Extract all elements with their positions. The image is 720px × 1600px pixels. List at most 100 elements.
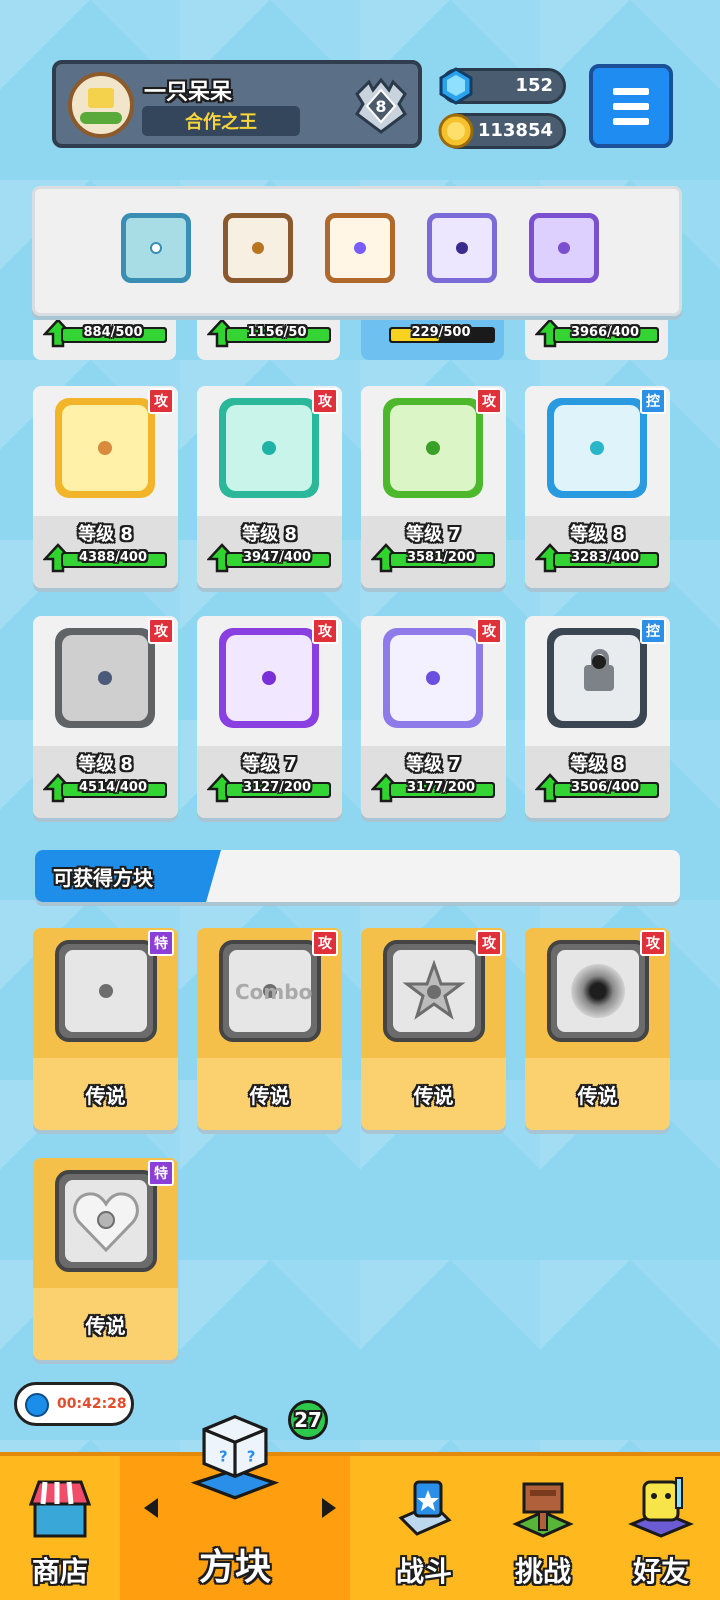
progress-text: 229/500 [411,325,471,340]
progress-text: 3947/400 [242,550,312,565]
deck-die-2[interactable] [223,213,293,283]
svg-text:?: ? [247,1447,256,1465]
deck-die-3[interactable] [325,213,395,283]
coin-counter[interactable]: 113854 [438,113,566,149]
dice-card-wind[interactable]: 攻 等级 8 3947/400 [197,386,342,588]
nav-shop[interactable]: 商店 [0,1456,120,1600]
attack-tag: 攻 [312,388,338,414]
rarity-label: 传说 [85,1314,126,1338]
upgrade-progress[interactable]: 3177/200 [371,773,496,803]
upgrade-progress[interactable]: 4514/400 [43,773,168,803]
coin-icon [438,113,474,149]
dice-count-badge: 27 [288,1400,328,1440]
attack-tag: 攻 [148,618,174,644]
wind-die-icon [219,398,319,498]
attack-tag: 攻 [476,618,502,644]
gear-die-icon [55,628,155,728]
special-tag: 特 [148,930,174,956]
deck-die-1[interactable] [121,213,191,283]
coin-count: 113854 [477,120,553,141]
dice-card-iron[interactable]: 攻 等级 8 4514/400 [33,616,178,818]
nav-battle[interactable]: 战斗 [364,1456,484,1600]
dice-card-partial[interactable]: 3966/400 [525,318,668,360]
progress-text: 1156/50 [247,325,307,340]
dice-card-partial[interactable]: 229/500 [361,320,504,360]
gem-counter[interactable]: 152 [439,67,566,105]
nav-challenge[interactable]: 挑战 [484,1456,602,1600]
question-die-icon [383,628,483,728]
dice-card-partial[interactable]: 884/500 [33,318,176,360]
black-hole-die-icon [547,940,649,1042]
progress-text: 3177/200 [406,780,476,795]
attack-tag: 攻 [476,388,502,414]
dice-card-ice[interactable]: 控 等级 8 3283/400 [525,386,670,588]
rarity-label: 传说 [249,1084,290,1108]
player-title-box: 合作之王 [142,106,300,136]
star-die-icon [383,940,485,1042]
timer-value: 00:42:28 [57,1396,127,1412]
progress-text: 4514/400 [78,780,148,795]
nav-label: 战斗 [395,1555,452,1588]
nav-dice[interactable]: ? ? 方块 [120,1414,350,1600]
rarity-label: 传说 [85,1084,126,1108]
progress-text: 3127/200 [242,780,312,795]
gem-count: 152 [515,75,553,96]
combo-die-icon: Combo [219,940,321,1042]
legend-dice-card-3[interactable]: 攻 传说 [361,928,506,1130]
attack-tag: 攻 [312,930,338,956]
arrows-die-icon [219,628,319,728]
upgrade-progress[interactable]: 3581/200 [371,543,496,573]
upgrade-progress[interactable]: 3506/400 [535,773,660,803]
progress-text: 3283/400 [570,550,640,565]
attack-tag: 攻 [476,930,502,956]
svg-text:?: ? [219,1447,228,1465]
deck-die-4[interactable] [427,213,497,283]
nav-label: 商店 [31,1555,88,1588]
rank-shield-icon[interactable]: 8 [351,76,411,136]
dice-card-partial[interactable]: 1156/50 [197,318,340,360]
equipped-dice-deck [32,186,682,316]
rarity-label: 传说 [577,1084,618,1108]
upgrade-progress[interactable]: 3947/400 [207,543,332,573]
attack-tag: 攻 [148,388,174,414]
player-name: 一只呆呆 [144,80,233,105]
chevron-left-icon[interactable] [144,1498,158,1518]
chevron-right-icon[interactable] [322,1498,336,1518]
sun-die-icon [55,398,155,498]
rarity-label: 传说 [413,1084,454,1108]
progress-text: 4388/400 [78,550,148,565]
dice-card-lock[interactable]: 控 等级 8 3506/400 [525,616,670,818]
progress-text: 3581/200 [406,550,476,565]
legend-dice-card-5[interactable]: 特 传说 [33,1158,178,1360]
nav-friends[interactable]: 好友 [602,1456,720,1600]
section-title: 可获得方块 [53,866,153,890]
legend-dice-card-4[interactable]: 攻 传说 [525,928,670,1130]
upgrade-progress[interactable]: 3127/200 [207,773,332,803]
legend-dice-card-2[interactable]: Combo 攻 传说 [197,928,342,1130]
control-tag: 控 [640,618,666,644]
player-profile-card[interactable]: 一只呆呆 合作之王 8 [52,60,422,148]
progress-text: 3506/400 [570,780,640,795]
dice-card-poison[interactable]: 攻 等级 7 3581/200 [361,386,506,588]
friend-character-icon [628,1477,694,1538]
dice-cube-icon: ? ? [190,1414,280,1500]
dice-card-teleport[interactable]: 攻 等级 7 3127/200 [197,616,342,818]
padlock-die-icon [547,628,647,728]
sword-shield-icon [398,1480,452,1536]
rank-number: 8 [375,97,386,116]
heart-die-icon [55,1170,157,1272]
player-avatar [68,72,134,138]
deck-die-5[interactable] [529,213,599,283]
poison-die-icon [383,398,483,498]
shop-timer: 00:42:28 [14,1382,134,1426]
nav-label: 挑战 [514,1555,571,1588]
attack-tag: 攻 [312,618,338,644]
dice-card-sun[interactable]: 攻 等级 8 4388/400 [33,386,178,588]
legend-dice-card-1[interactable]: 特 传说 [33,928,178,1130]
dice-card-mystery[interactable]: 攻 等级 7 3177/200 [361,616,506,818]
stopwatch-icon [25,1393,49,1417]
hamburger-menu-button[interactable] [589,64,673,148]
upgrade-progress[interactable]: 3283/400 [535,543,660,573]
upgrade-progress[interactable]: 4388/400 [43,543,168,573]
nav-label: 方块 [198,1547,271,1588]
